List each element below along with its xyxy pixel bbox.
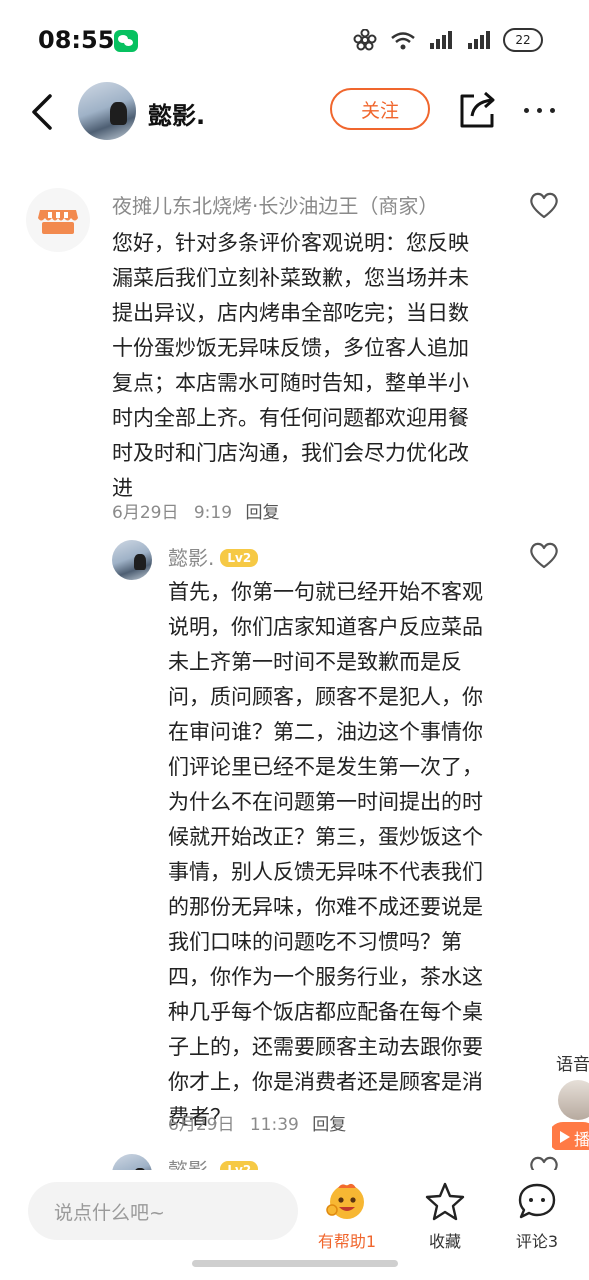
- avatar[interactable]: [78, 82, 136, 140]
- status-bar: 08:55 22: [0, 0, 589, 80]
- signal-icon: [468, 31, 490, 49]
- helpful-label: 有帮助1: [317, 1232, 377, 1251]
- like-heart-icon[interactable]: [528, 190, 560, 220]
- reply-author-name[interactable]: 懿影.: [168, 546, 214, 570]
- status-time: 08:55: [38, 26, 115, 54]
- reply-time: 11:39: [249, 1115, 299, 1135]
- next-reply-author: 懿影. Lv2: [168, 1154, 259, 1170]
- wechat-icon: [114, 30, 138, 52]
- voice-label: 语音: [556, 1055, 589, 1075]
- comment-date: 6月29日: [112, 503, 179, 523]
- reply-line: 的那份无异味，你难不成还要说是: [168, 895, 483, 919]
- follow-button[interactable]: 关注: [330, 88, 430, 130]
- voice-avatar[interactable]: [558, 1080, 589, 1120]
- reply-line: 种几乎每个饭店都应配备在每个桌: [168, 1000, 483, 1024]
- comment-line: 时及时和门店沟通，我们会尽力优化改: [112, 441, 469, 465]
- reply-button[interactable]: 回复: [312, 1115, 346, 1135]
- like-heart-icon[interactable]: [528, 1154, 560, 1170]
- voice-play-button[interactable]: 播: [552, 1122, 589, 1150]
- comments-button[interactable]: 评论3: [502, 1180, 572, 1252]
- reply-line: 首先，你第一句就已经开始不客观: [168, 580, 483, 604]
- signal-icon: [430, 31, 452, 49]
- favorite-label: 收藏: [428, 1232, 461, 1251]
- comment-line: 漏菜后我们立刻补菜致歉，您当场并未: [112, 266, 469, 290]
- star-icon: [425, 1182, 465, 1221]
- reply-line: 候就开始改正？第三，蛋炒饭这个: [168, 825, 483, 849]
- share-icon[interactable]: [458, 90, 498, 130]
- comment-line: 十份蛋炒饭无异味反馈，多位客人追加: [112, 336, 469, 360]
- reply-line: 问，质问顾客，顾客不是犯人，你: [168, 685, 483, 709]
- shop-logo[interactable]: [26, 188, 90, 252]
- voice-play-label: 播: [574, 1130, 589, 1149]
- reply-line: 你才上，你是消费者还是顾客是消: [168, 1070, 483, 1094]
- voice-widget[interactable]: 语音 播: [552, 1050, 589, 1150]
- comment-line: 复点；本店需水可随时告知，整单半小: [112, 371, 469, 395]
- reply-line: 我们口味的问题吃不习惯吗？第: [168, 930, 462, 954]
- helpful-emoji-icon: [326, 1183, 364, 1219]
- comments-label: 评论3: [515, 1232, 559, 1251]
- helpful-button[interactable]: 有帮助1: [312, 1180, 382, 1252]
- comment-line: 时内全部上齐。有任何问题都欢迎用餐: [112, 406, 469, 430]
- reply-line: 未上齐第一时间不是致歉而是反: [168, 650, 462, 674]
- reply-date: 6月29日: [168, 1115, 235, 1135]
- home-indicator[interactable]: [192, 1260, 398, 1267]
- status-icons: 22: [351, 28, 543, 52]
- like-heart-icon[interactable]: [528, 540, 560, 570]
- wifi-icon: [391, 32, 415, 50]
- flower-icon: [353, 29, 377, 51]
- play-icon: [560, 1131, 570, 1143]
- merchant-author[interactable]: 夜摊儿东北烧烤·长沙油边王（商家）: [112, 190, 438, 219]
- reply-line: 四，你作为一个服务行业，茶水这: [168, 965, 483, 989]
- favorite-button[interactable]: 收藏: [410, 1180, 480, 1252]
- next-reply-author-name[interactable]: 懿影.: [168, 1158, 214, 1170]
- comment-input[interactable]: 说点什么吧~: [28, 1182, 298, 1240]
- reply-line: 在审问谁？第二，油边这个事情你: [168, 720, 483, 744]
- user-reply-body: 首先，你第一句就已经开始不客观 说明，你们店家知道客户反应菜品 未上齐第一时间不…: [168, 575, 483, 1135]
- merchant-comment-body: 您好，针对多条评价客观说明：您反映 漏菜后我们立刻补菜致歉，您当场并未 提出异议…: [112, 226, 469, 506]
- reply-line: 子上的，还需要顾客主动去跟你要: [168, 1035, 483, 1059]
- comment-time: 9:19: [193, 503, 233, 523]
- reply-author: 懿影. Lv2: [168, 542, 259, 571]
- level-badge: Lv2: [220, 1161, 259, 1170]
- battery-icon: 22: [503, 28, 543, 52]
- header: 懿影. 关注: [0, 80, 589, 144]
- reply-line: 说明，你们店家知道客户反应菜品: [168, 615, 483, 639]
- level-badge: Lv2: [220, 549, 259, 567]
- comment-line: 提出异议，店内烤串全部吃完；当日数: [112, 301, 469, 325]
- reply-line: 为什么不在问题第一时间提出的时: [168, 790, 483, 814]
- avatar[interactable]: [112, 540, 152, 580]
- comment-bubble-icon: [518, 1183, 556, 1219]
- reply-button[interactable]: 回复: [245, 503, 279, 523]
- user-reply-meta: 6月29日 11:39 回复: [168, 1110, 346, 1135]
- reply-line: 事情，别人反馈无异味不代表我们: [168, 860, 483, 884]
- next-reply-partial: 懿影. Lv2: [0, 1150, 589, 1170]
- avatar[interactable]: [112, 1154, 152, 1170]
- header-username[interactable]: 懿影.: [148, 96, 205, 131]
- bottom-bar: 说点什么吧~ 有帮助1 收藏 评论3: [0, 1170, 589, 1280]
- more-icon[interactable]: [524, 102, 564, 118]
- shop-awning-icon: [38, 210, 78, 234]
- reply-line: 们评论里已经不是发生第一次了，: [168, 755, 483, 779]
- comment-line: 您好，针对多条评价客观说明：您反映: [112, 231, 469, 255]
- merchant-comment-meta: 6月29日 9:19 回复: [112, 498, 279, 523]
- back-arrow-icon[interactable]: [24, 90, 64, 134]
